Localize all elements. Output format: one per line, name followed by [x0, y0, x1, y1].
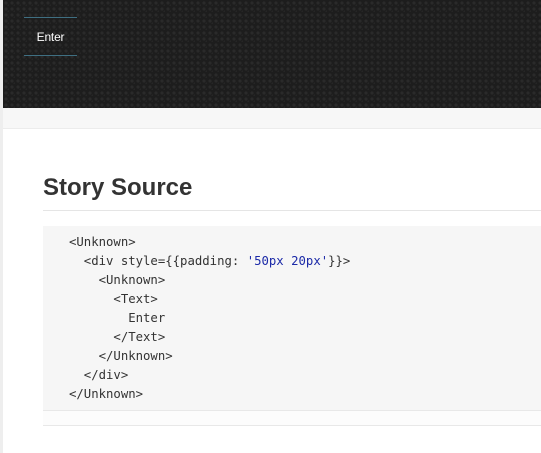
- enter-button[interactable]: Enter: [24, 17, 77, 56]
- preview-footer-band: [3, 108, 541, 129]
- code-line-3: <Unknown>: [69, 273, 166, 287]
- enter-button-label: Enter: [36, 29, 65, 44]
- code-line-2-string: '50px 20px': [246, 254, 329, 268]
- code-line-8: </div>: [69, 368, 129, 382]
- source-code-block: <Unknown> <div style={{padding: '50px 20…: [43, 226, 541, 411]
- code-line-2-pre: <div style={{padding:: [69, 254, 247, 268]
- code-line-6: </Text>: [69, 330, 166, 344]
- story-preview-canvas: Enter: [3, 0, 541, 108]
- code-line-1: <Unknown>: [69, 235, 136, 249]
- code-line-4: <Text>: [69, 292, 158, 306]
- code-block-footer: [43, 411, 541, 426]
- code-line-2-post: }}>: [328, 254, 351, 268]
- source-code: <Unknown> <div style={{padding: '50px 20…: [69, 233, 350, 404]
- code-line-7: </Unknown>: [69, 349, 173, 363]
- code-line-9: </Unknown>: [69, 387, 144, 401]
- title-divider: [43, 210, 541, 211]
- story-source-title: Story Source: [43, 174, 193, 201]
- code-line-5: Enter: [69, 311, 166, 325]
